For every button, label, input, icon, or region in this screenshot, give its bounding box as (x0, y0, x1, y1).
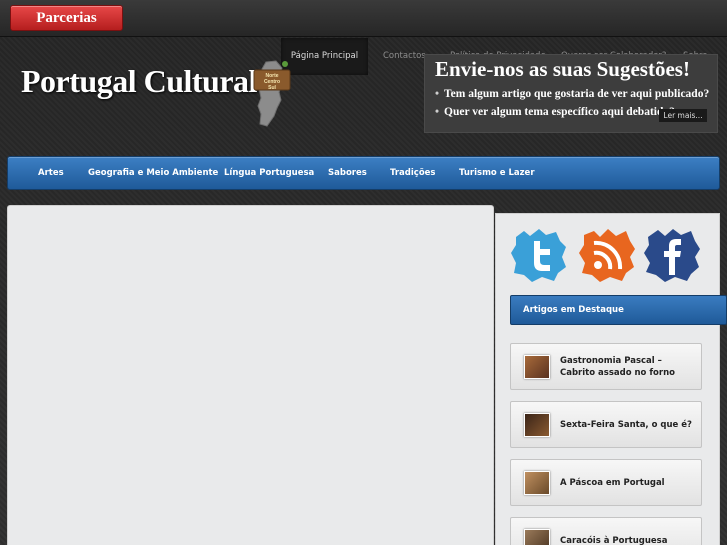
nav-home[interactable]: Página Principal (281, 38, 368, 75)
featured-article[interactable]: Sexta-Feira Santa, o que é? (510, 401, 702, 448)
main-content-area (7, 205, 494, 545)
nav-contacts[interactable]: Contactos (383, 38, 426, 75)
article-title[interactable]: A Páscoa em Portugal (560, 460, 693, 505)
suggestions-title: Envie-nos as suas Sugestões! (435, 57, 690, 81)
partners-button[interactable]: Parcerias (10, 5, 123, 31)
portugal-map-logo: Norte Centro Sul (253, 60, 291, 127)
top-bar: Parcerias (0, 0, 727, 37)
category-tourism[interactable]: Turismo e Lazer (459, 157, 535, 189)
category-flavors[interactable]: Sabores (328, 157, 367, 189)
category-geography[interactable]: Geografia e Meio Ambiente (88, 157, 218, 189)
twitter-icon[interactable] (510, 227, 568, 283)
article-title[interactable]: Caracóis à Portuguesa (560, 518, 693, 545)
article-thumbnail (524, 355, 550, 379)
suggestion-line: • Tem algum artigo que gostaria de ver aq… (435, 88, 710, 100)
bullet-icon: • (435, 106, 440, 118)
featured-articles-header: Artigos em Destaque (510, 295, 727, 325)
featured-article[interactable]: A Páscoa em Portugal (510, 459, 702, 506)
facebook-icon[interactable] (643, 227, 701, 283)
category-bar: Artes Geografia e Meio Ambiente Língua P… (7, 156, 720, 190)
suggestion-line: • Quer ver algum tema específico aqui deb… (435, 106, 675, 118)
read-more-button[interactable]: Ler mais... (659, 109, 707, 122)
article-thumbnail (524, 471, 550, 495)
rss-icon[interactable] (578, 227, 636, 283)
site-title[interactable]: Portugal Cultural (21, 63, 257, 100)
map-label-south: Sul (268, 85, 276, 91)
article-title[interactable]: Sexta-Feira Santa, o que é? (560, 402, 693, 447)
category-arts[interactable]: Artes (38, 157, 64, 189)
bullet-icon: • (435, 88, 440, 100)
featured-article[interactable]: Gastronomia Pascal – Cabrito assado no f… (510, 343, 702, 390)
featured-article[interactable]: Caracóis à Portuguesa (510, 517, 702, 545)
article-thumbnail (524, 413, 550, 437)
category-traditions[interactable]: Tradições (390, 157, 436, 189)
suggestions-box: Envie-nos as suas Sugestões! • Tem algum … (424, 54, 718, 133)
category-language[interactable]: Língua Portuguesa (224, 157, 314, 189)
article-thumbnail (524, 529, 550, 545)
article-title[interactable]: Gastronomia Pascal – Cabrito assado no f… (560, 344, 693, 389)
